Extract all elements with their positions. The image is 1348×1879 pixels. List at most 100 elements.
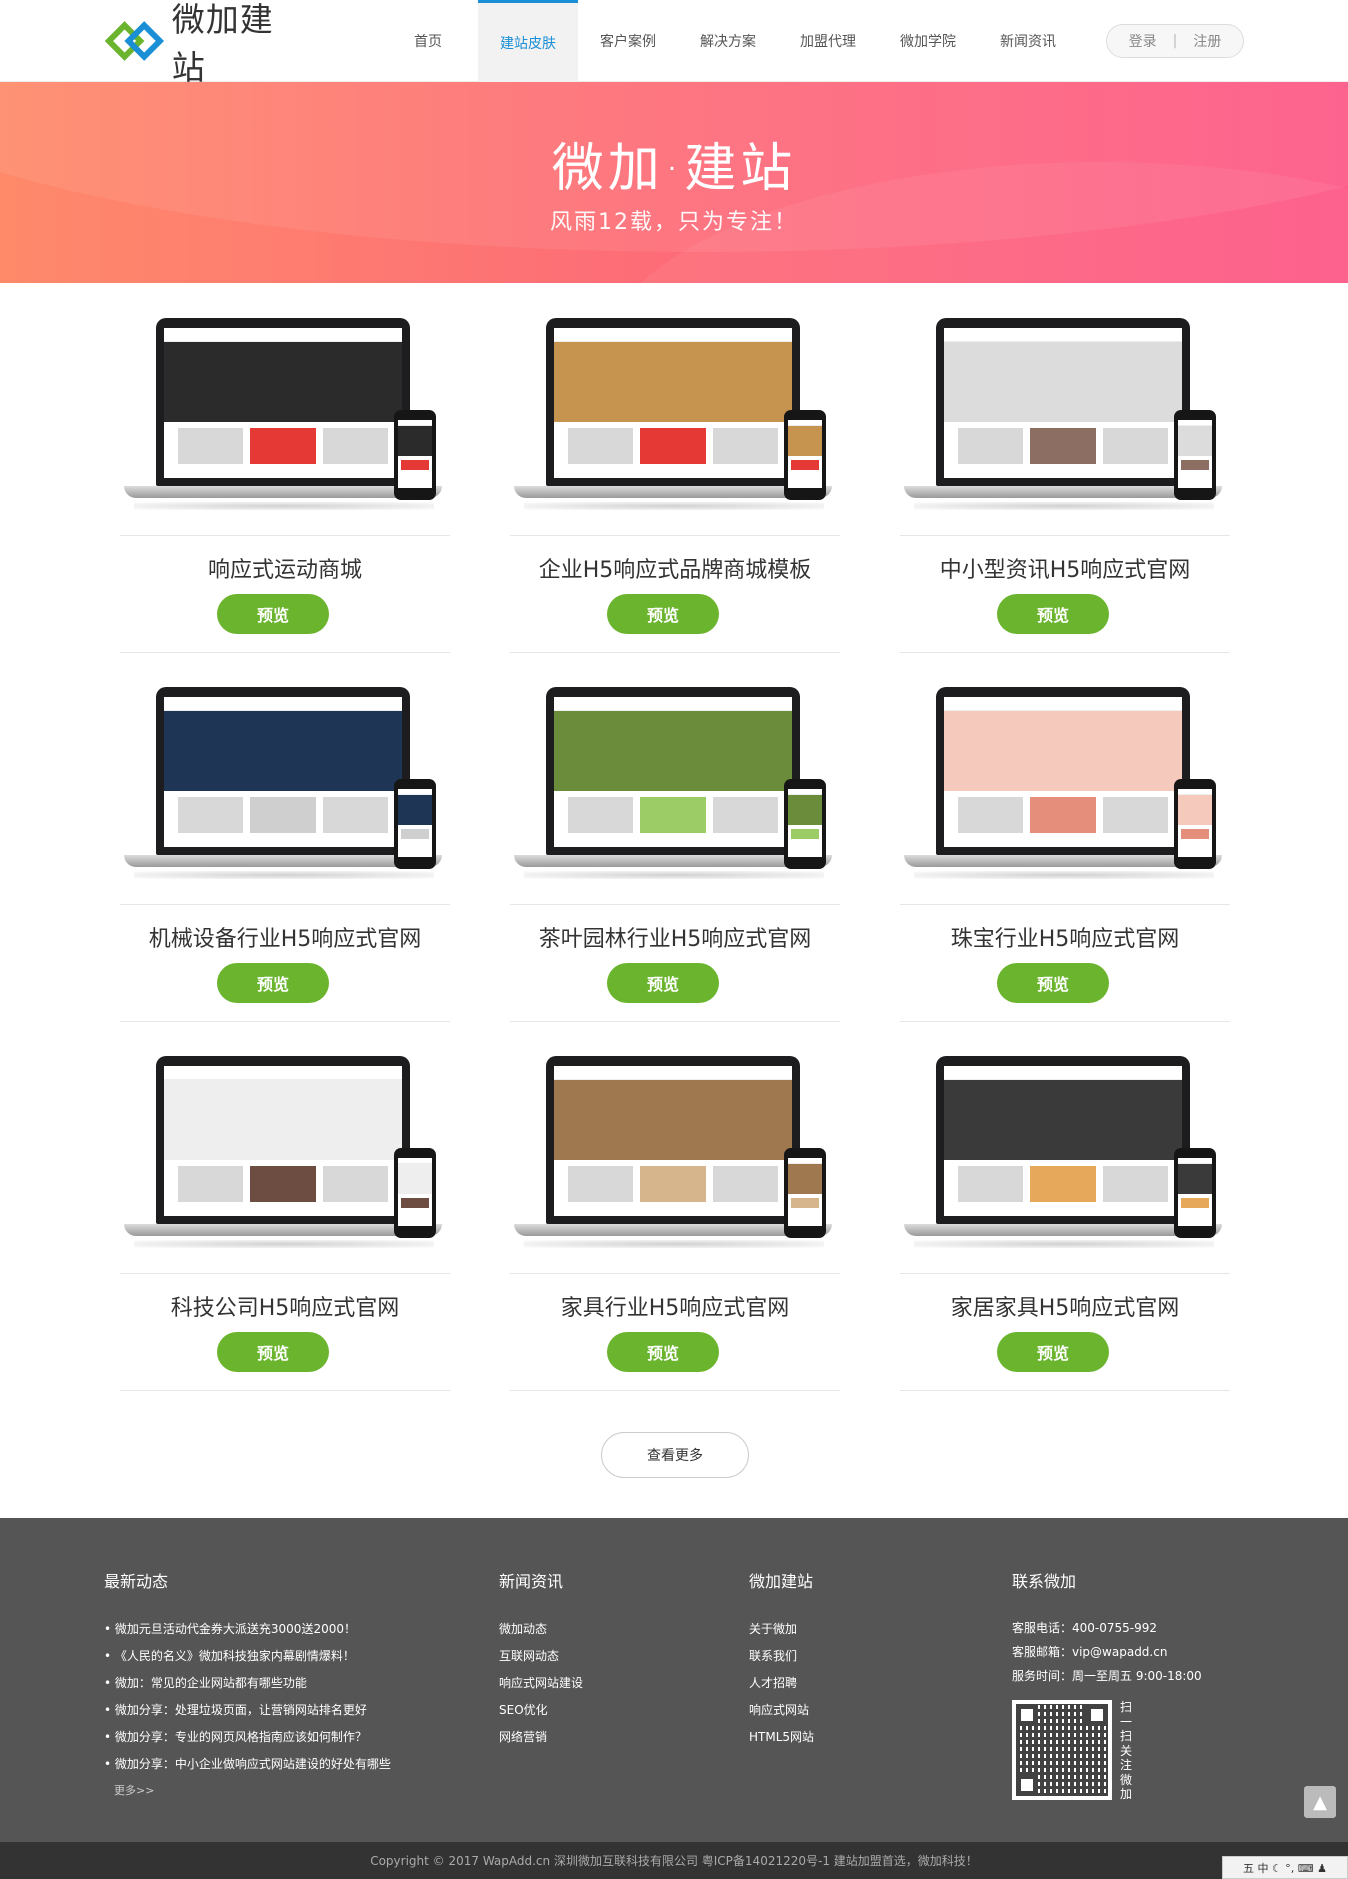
preview-button[interactable]: 预览 xyxy=(607,1332,719,1372)
qr-caption: 扫一扫关注微加 xyxy=(1120,1700,1133,1801)
template-title: 珠宝行业H5响应式官网 xyxy=(950,927,1180,952)
template-screenshot[interactable] xyxy=(510,679,840,899)
template-card: 中小型资讯H5响应式官网 预览 xyxy=(900,300,1230,653)
footer-news-link[interactable]: 微加：常见的企业网站都有哪些功能 xyxy=(104,1670,391,1697)
footer-news-link[interactable]: 微加元旦活动代金券大派送充3000送2000！ xyxy=(104,1616,391,1643)
template-screenshot[interactable] xyxy=(510,1048,840,1268)
banner-subtitle: 风雨12载，只为专注！ xyxy=(550,210,798,235)
hero-banner: 微加·建站 风雨12载，只为专注！ xyxy=(0,82,1348,283)
card-divider xyxy=(900,1390,1230,1391)
nav-academy[interactable]: 微加学院 xyxy=(878,0,978,82)
footer-info-link[interactable]: SEO优化 xyxy=(499,1697,583,1724)
template-title: 企业H5响应式品牌商城模板 xyxy=(538,558,812,583)
logo-icon xyxy=(105,21,165,61)
template-title: 响应式运动商城 xyxy=(207,558,362,583)
card-divider xyxy=(120,1021,450,1022)
template-title: 家居家具H5响应式官网 xyxy=(950,1296,1180,1321)
template-card: 机械设备行业H5响应式官网 预览 xyxy=(120,669,450,1022)
card-divider xyxy=(510,1273,840,1274)
auth-box: 登录 | 注册 xyxy=(1106,24,1244,58)
template-title: 机械设备行业H5响应式官网 xyxy=(148,927,422,952)
phone-screen xyxy=(1178,789,1212,857)
phone-screen xyxy=(788,789,822,857)
footer-site-link[interactable]: 关于微加 xyxy=(749,1616,814,1643)
card-divider xyxy=(120,904,450,905)
preview-button[interactable]: 预览 xyxy=(217,1332,329,1372)
laptop-screen xyxy=(554,697,792,847)
card-divider xyxy=(900,1021,1230,1022)
phone-screen xyxy=(1178,420,1212,488)
ime-toolbar[interactable]: 五 中 ☾ °, ⌨ ♟ xyxy=(1222,1856,1348,1879)
phone-screen xyxy=(1178,1158,1212,1226)
footer-info-link[interactable]: 网络营销 xyxy=(499,1724,583,1751)
main-nav: 首页 建站皮肤 客户案例 解决方案 加盟代理 微加学院 新闻资讯 xyxy=(378,0,1078,82)
nav-cases[interactable]: 客户案例 xyxy=(578,0,678,82)
card-divider xyxy=(120,652,450,653)
template-card: 响应式运动商城 预览 xyxy=(120,300,450,653)
register-link[interactable]: 注册 xyxy=(1193,31,1221,51)
template-card: 家具行业H5响应式官网 预览 xyxy=(510,1038,840,1391)
preview-button[interactable]: 预览 xyxy=(997,594,1109,634)
laptop-screen xyxy=(164,1066,402,1216)
phone-screen xyxy=(788,1158,822,1226)
footer-info-link[interactable]: 互联网动态 xyxy=(499,1643,583,1670)
footer-news-link[interactable]: 微加分享：中小企业做响应式网站建设的好处有哪些 xyxy=(104,1751,391,1778)
card-divider xyxy=(510,1390,840,1391)
footer-info-link[interactable]: 微加动态 xyxy=(499,1616,583,1643)
footer-news-column: 最新动态 微加元旦活动代金券大派送充3000送2000！ 《人民的名义》微加科技… xyxy=(104,1568,391,1798)
footer-site-link[interactable]: HTML5网站 xyxy=(749,1724,814,1751)
logo-text: 微加建站 xyxy=(171,0,274,87)
login-link[interactable]: 登录 xyxy=(1129,31,1157,51)
nav-skins[interactable]: 建站皮肤 xyxy=(478,0,578,82)
phone-screen xyxy=(398,789,432,857)
template-title: 家具行业H5响应式官网 xyxy=(560,1296,790,1321)
template-title: 中小型资讯H5响应式官网 xyxy=(939,558,1191,583)
template-screenshot[interactable] xyxy=(120,1048,450,1268)
qr-pattern xyxy=(1016,1704,1108,1796)
template-screenshot[interactable] xyxy=(900,1048,1230,1268)
phone-screen xyxy=(398,420,432,488)
view-more-button[interactable]: 查看更多 xyxy=(601,1432,749,1478)
contact-phone: 客服电话：400-0755-992 xyxy=(1012,1621,1158,1635)
template-screenshot[interactable] xyxy=(120,679,450,899)
footer-info-link[interactable]: 响应式网站建设 xyxy=(499,1670,583,1697)
contact-hours: 服务时间：周一至周五 9:00-18:00 xyxy=(1012,1669,1202,1683)
footer-site-link[interactable]: 人才招聘 xyxy=(749,1670,814,1697)
template-screenshot[interactable] xyxy=(900,310,1230,530)
preview-button[interactable]: 预览 xyxy=(607,963,719,1003)
template-screenshot[interactable] xyxy=(510,310,840,530)
card-divider xyxy=(510,535,840,536)
footer-news-heading: 最新动态 xyxy=(104,1572,169,1591)
preview-button[interactable]: 预览 xyxy=(997,963,1109,1003)
footer-news-more-link[interactable]: 更多>> xyxy=(104,1782,391,1798)
nav-home[interactable]: 首页 xyxy=(378,0,478,82)
footer-news-link[interactable]: 微加分享：处理垃圾页面，让营销网站排名更好 xyxy=(104,1697,391,1724)
footer-contact-heading: 联系微加 xyxy=(1012,1572,1077,1591)
footer-news-link[interactable]: 《人民的名义》微加科技独家内幕剧情爆料！ xyxy=(104,1643,391,1670)
preview-button[interactable]: 预览 xyxy=(997,1332,1109,1372)
laptop-screen xyxy=(164,697,402,847)
preview-button[interactable]: 预览 xyxy=(217,963,329,1003)
nav-news[interactable]: 新闻资讯 xyxy=(978,0,1078,82)
template-screenshot[interactable] xyxy=(120,310,450,530)
site-logo[interactable]: 微加建站 xyxy=(105,0,305,87)
back-to-top-button[interactable]: ▲ xyxy=(1304,1786,1336,1818)
footer-site-link[interactable]: 联系我们 xyxy=(749,1643,814,1670)
footer-contact-column: 联系微加 客服电话：400-0755-992 客服邮箱：vip@wapadd.c… xyxy=(1012,1568,1252,1828)
nav-franchise[interactable]: 加盟代理 xyxy=(778,0,878,82)
arrow-up-icon: ▲ xyxy=(1313,1791,1327,1813)
nav-solutions[interactable]: 解决方案 xyxy=(678,0,778,82)
template-card: 茶叶园林行业H5响应式官网 预览 xyxy=(510,669,840,1022)
template-title: 科技公司H5响应式官网 xyxy=(170,1296,400,1321)
auth-separator: | xyxy=(1172,33,1178,49)
footer-site-link[interactable]: 响应式网站 xyxy=(749,1697,814,1724)
copyright-bar: Copyright © 2017 WapAdd.cn 深圳微加互联科技有限公司 … xyxy=(0,1842,1348,1879)
template-screenshot[interactable] xyxy=(900,679,1230,899)
preview-button[interactable]: 预览 xyxy=(217,594,329,634)
card-divider xyxy=(120,1273,450,1274)
footer-news-link[interactable]: 微加分享：专业的网页风格指南应该如何制作？ xyxy=(104,1724,391,1751)
card-divider xyxy=(900,535,1230,536)
template-card: 企业H5响应式品牌商城模板 预览 xyxy=(510,300,840,653)
preview-button[interactable]: 预览 xyxy=(607,594,719,634)
card-divider xyxy=(900,652,1230,653)
